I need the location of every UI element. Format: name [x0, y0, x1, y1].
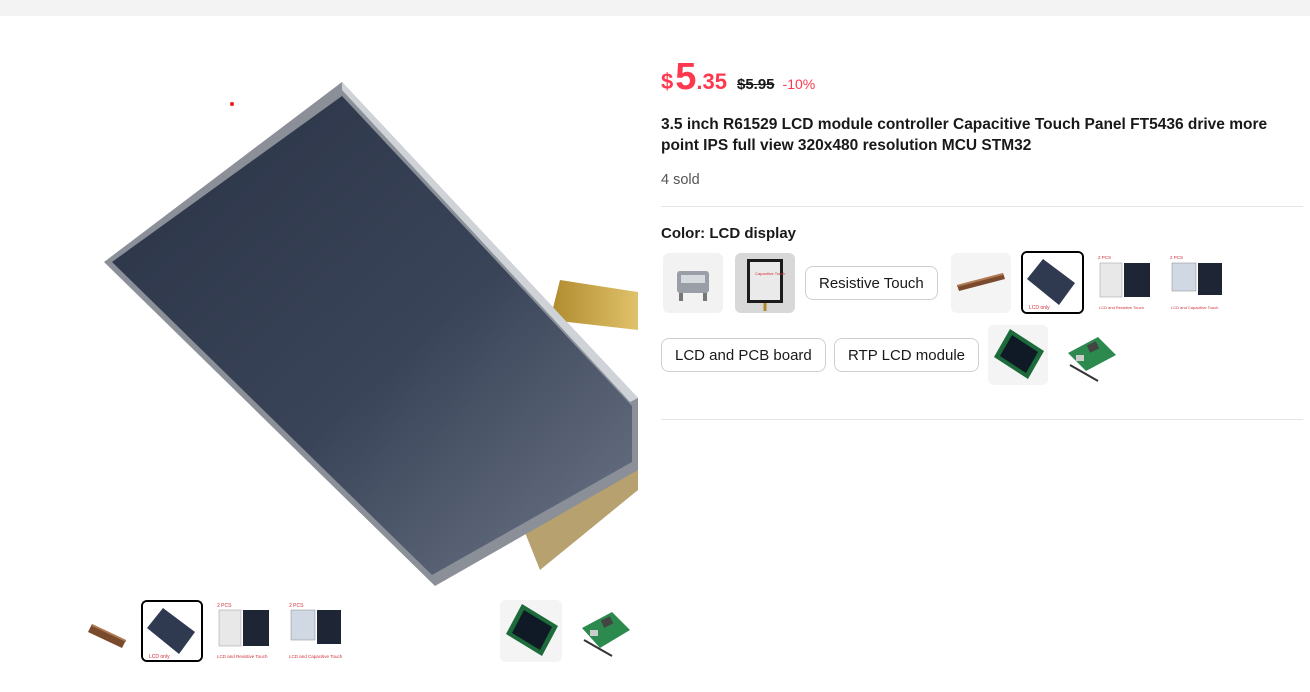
svg-text:Capacitive Touch: Capacitive Touch	[755, 271, 785, 276]
original-price: $5.95	[736, 76, 775, 93]
sku-option-capacitive-touch[interactable]: Capacitive Touch	[735, 253, 795, 313]
ribbon-cable-icon	[951, 253, 1011, 313]
connector-icon	[663, 253, 723, 313]
lcd-pcb-thumb-icon	[500, 600, 562, 662]
svg-text:LCD only: LCD only	[149, 654, 170, 660]
svg-text:LCD and Capacitive Touch: LCD and Capacitive Touch	[289, 654, 343, 659]
sku-option-connector[interactable]	[663, 253, 723, 313]
main-product-image	[80, 30, 640, 586]
sku-option-lcd-only[interactable]: LCD only	[1021, 251, 1084, 314]
svg-text:LCD and Resistive Touch: LCD and Resistive Touch	[217, 654, 268, 659]
lcd-capacitive-thumb-icon: 2 PCS LCD and Capacitive Touch	[285, 600, 347, 662]
sku-option-resistive-touch[interactable]: Resistive Touch	[805, 266, 938, 300]
lcd-pcb-board-icon	[988, 325, 1048, 385]
sku-option-pcb-assembly[interactable]	[1060, 325, 1120, 385]
sku-option-lcd-capacitive-touch[interactable]: 2 PCS LCD and Capacitive Touch	[1167, 253, 1227, 313]
thumbnail-lcd-capacitive[interactable]: 2 PCS LCD and Capacitive Touch	[285, 600, 347, 662]
sold-count: 4 sold	[661, 172, 700, 188]
price-decimal: .35	[696, 69, 727, 94]
thumbnail-strip: LCD only 2 PCS LCD and Resistive Touch 2…	[0, 600, 640, 666]
divider	[661, 419, 1303, 420]
svg-text:LCD and Resistive Touch: LCD and Resistive Touch	[1099, 305, 1144, 310]
sku-option-lcd-pcb-image[interactable]	[988, 325, 1048, 385]
thumbnail-pcb-assembly[interactable]	[572, 600, 634, 662]
sku-option-rtp-lcd-module[interactable]: RTP LCD module	[834, 338, 979, 372]
image-marker-dot	[230, 102, 234, 106]
sku-option-ribbon-cable[interactable]	[951, 253, 1011, 313]
lcd-only-icon: LCD only	[1023, 253, 1082, 312]
sku-label: Color: LCD display	[661, 225, 797, 242]
svg-text:2 PCS: 2 PCS	[217, 603, 232, 609]
svg-text:2 PCS: 2 PCS	[1170, 255, 1183, 260]
capacitive-touch-panel-icon: Capacitive Touch	[735, 253, 795, 313]
divider	[661, 206, 1303, 207]
svg-text:LCD and Capacitive Touch: LCD and Capacitive Touch	[1171, 305, 1218, 310]
lcd-capacitive-touch-icon: 2 PCS LCD and Capacitive Touch	[1167, 253, 1227, 313]
svg-text:2 PCS: 2 PCS	[289, 603, 304, 609]
svg-text:LCD only: LCD only	[1029, 305, 1050, 311]
lcd-only-thumb-icon: LCD only	[143, 602, 201, 660]
svg-text:2 PCS: 2 PCS	[1098, 255, 1111, 260]
top-bar	[0, 0, 1310, 16]
pcb-assembly-thumb-icon	[572, 600, 634, 662]
discount-badge: -10%	[782, 76, 816, 92]
price-currency: $	[661, 69, 674, 94]
pcb-assembly-icon	[1060, 325, 1120, 385]
product-title: 3.5 inch R61529 LCD module controller Ca…	[661, 116, 1268, 154]
sku-option-lcd-resistive-touch[interactable]: 2 PCS LCD and Resistive Touch	[1095, 253, 1155, 313]
sku-option-lcd-pcb-board[interactable]: LCD and PCB board	[661, 338, 826, 372]
thumbnail-ribbon-cable[interactable]	[78, 600, 140, 662]
price-integer: 5	[675, 56, 697, 98]
thumbnail-lcd-resistive[interactable]: 2 PCS LCD and Resistive Touch	[213, 600, 275, 662]
thumbnail-lcd-only[interactable]: LCD only	[141, 600, 203, 662]
ribbon-cable-thumb-icon	[78, 600, 140, 662]
thumbnail-lcd-pcb[interactable]	[500, 600, 562, 662]
price-row: $ 5 .35 $5.95 -10%	[661, 56, 815, 100]
lcd-resistive-touch-icon: 2 PCS LCD and Resistive Touch	[1095, 253, 1155, 313]
lcd-resistive-thumb-icon: 2 PCS LCD and Resistive Touch	[213, 600, 275, 662]
